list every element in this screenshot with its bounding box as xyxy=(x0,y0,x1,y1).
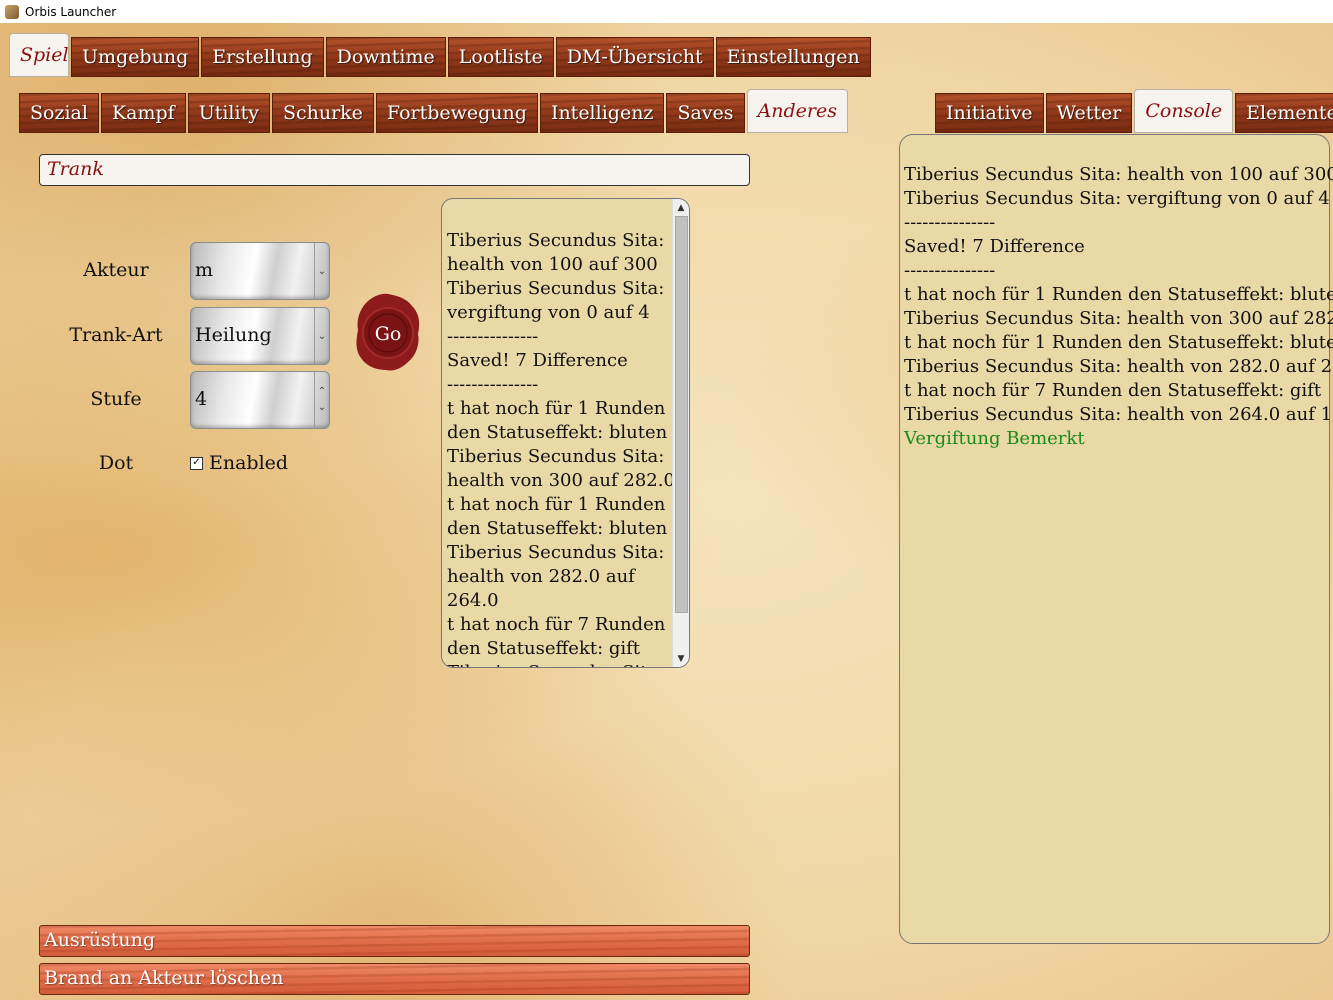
tab-einstellungen[interactable]: Einstellungen xyxy=(715,37,871,77)
tab-intelligenz[interactable]: Intelligenz xyxy=(539,93,665,133)
tab-anderes[interactable]: Anderes xyxy=(746,89,848,133)
small-log-line: den Statuseffekt: bluten xyxy=(447,518,668,539)
small-log-scrollbar[interactable]: ▲ ▼ xyxy=(672,199,689,667)
go-button[interactable]: Go xyxy=(354,292,422,372)
small-log-line: Tiberius Secundus Sita: xyxy=(447,661,675,667)
small-log-line: Tiberius Secundus Sita: xyxy=(447,446,665,467)
tab-umgebung[interactable]: Umgebung xyxy=(71,37,200,77)
window-titlebar: Orbis Launcher xyxy=(0,0,1333,23)
console-line: t hat noch für 7 Runden den Statuseffekt… xyxy=(904,380,1322,401)
small-log-line: Saved! 7 Difference xyxy=(447,350,628,371)
small-log-line: t hat noch für 1 Runden xyxy=(447,398,666,419)
brand-loeschen-button[interactable]: Brand an Akteur löschen xyxy=(39,963,750,995)
chevron-down-icon[interactable]: ⌄ xyxy=(314,243,329,299)
small-log-line: den Statuseffekt: bluten xyxy=(447,422,668,443)
tab-downtime[interactable]: Downtime xyxy=(325,37,446,77)
small-log-content: Tiberius Secundus Sita: health von 100 au… xyxy=(447,229,675,667)
stufe-value: 4 xyxy=(195,388,208,410)
ausruestung-button[interactable]: Ausrüstung xyxy=(39,925,750,957)
small-log-line: Tiberius Secundus Sita: xyxy=(447,278,665,299)
scroll-down-icon[interactable]: ▼ xyxy=(673,650,689,667)
chevron-down-icon[interactable]: ⌄ xyxy=(314,308,329,364)
console-line: Tiberius Secundus Sita: vergiftung von 0… xyxy=(904,188,1330,209)
trankart-label: Trank-Art xyxy=(69,324,163,346)
console-line: Saved! 7 Difference xyxy=(904,236,1085,257)
app-icon xyxy=(5,4,19,19)
small-log-line: den Statuseffekt: gift xyxy=(447,638,641,659)
console-line: t hat noch für 1 Runden den Statuseffekt… xyxy=(904,284,1333,305)
main-tab-bar: Spiel Umgebung Erstellung Downtime Lootl… xyxy=(9,33,873,77)
tab-sozial[interactable]: Sozial xyxy=(19,93,99,133)
dot-checkbox-label: Enabled xyxy=(209,452,289,474)
small-log-line: t hat noch für 1 Runden xyxy=(447,494,666,515)
console-line: Tiberius Secundus Sita: health von 264.0… xyxy=(904,404,1333,425)
go-label: Go xyxy=(375,323,402,345)
tab-dm-uebersicht[interactable]: DM-Übersicht xyxy=(555,37,714,77)
tab-lootliste[interactable]: Lootliste xyxy=(447,37,554,77)
trankart-value: Heilung xyxy=(195,324,272,346)
dot-checkbox[interactable]: ✓ Enabled xyxy=(190,452,288,474)
small-log-line: --------------- xyxy=(447,374,539,395)
tab-kampf[interactable]: Kampf xyxy=(100,93,186,133)
checkbox-checked-icon[interactable]: ✓ xyxy=(190,456,203,470)
console-line: Vergiftung Bemerkt xyxy=(904,428,1085,449)
console-panel[interactable]: Tiberius Secundus Sita: health von 100 a… xyxy=(899,134,1333,944)
tab-utility[interactable]: Utility xyxy=(187,93,270,133)
small-log-panel[interactable]: Tiberius Secundus Sita: health von 100 au… xyxy=(441,198,690,668)
small-log-line: t hat noch für 7 Runden xyxy=(447,614,666,635)
dot-label: Dot xyxy=(98,452,134,474)
tab-console[interactable]: Console xyxy=(1134,89,1234,133)
tab-erstellung[interactable]: Erstellung xyxy=(201,37,324,77)
tab-saves[interactable]: Saves xyxy=(666,93,745,133)
console-line: Tiberius Secundus Sita: health von 100 a… xyxy=(904,164,1333,185)
scroll-up-icon[interactable]: ▲ xyxy=(673,199,689,216)
tab-elemente[interactable]: Elemente xyxy=(1235,93,1333,133)
tab-spiel[interactable]: Spiel xyxy=(9,33,69,77)
section-title-trank: Trank xyxy=(39,154,750,186)
console-line: --------------- xyxy=(904,260,996,281)
sub-tab-bar: Sozial Kampf Utility Schurke Fortbewegun… xyxy=(19,89,850,133)
akteur-value: m xyxy=(195,259,214,281)
small-log-line: health von 100 auf 300 xyxy=(447,254,658,275)
akteur-select[interactable]: m ⌄ xyxy=(190,242,330,300)
small-log-line: vergiftung von 0 auf 4 xyxy=(447,302,650,323)
console-line: t hat noch für 1 Runden den Statuseffekt… xyxy=(904,332,1333,353)
small-log-line: Tiberius Secundus Sita: xyxy=(447,542,665,563)
small-log-line: Tiberius Secundus Sita: xyxy=(447,230,665,251)
akteur-label: Akteur xyxy=(83,259,149,281)
console-line: --------------- xyxy=(904,212,996,233)
tab-schurke[interactable]: Schurke xyxy=(271,93,374,133)
spin-arrows-icon[interactable]: ⌃ ⌄ xyxy=(314,372,329,428)
console-line: Tiberius Secundus Sita: health von 300 a… xyxy=(904,308,1333,329)
tab-initiative[interactable]: Initiative xyxy=(935,93,1044,133)
tab-fortbewegung[interactable]: Fortbewegung xyxy=(375,93,538,133)
small-log-line: health von 300 auf 282.0 xyxy=(447,470,675,491)
small-log-line: health von 282.0 auf 264.0 xyxy=(447,566,635,611)
stufe-label: Stufe xyxy=(90,388,142,410)
stufe-spinner[interactable]: 4 ⌃ ⌄ xyxy=(190,371,330,429)
window-title: Orbis Launcher xyxy=(25,4,117,19)
right-tab-bar: Initiative Wetter Console Elemente xyxy=(935,89,1333,133)
tab-wetter[interactable]: Wetter xyxy=(1045,93,1133,133)
console-line: Tiberius Secundus Sita: health von 282.0… xyxy=(904,356,1333,377)
scroll-thumb[interactable] xyxy=(675,216,688,613)
small-log-line: --------------- xyxy=(447,326,539,347)
console-content: Tiberius Secundus Sita: health von 100 a… xyxy=(904,163,1333,451)
trankart-select[interactable]: Heilung ⌄ xyxy=(190,307,330,365)
